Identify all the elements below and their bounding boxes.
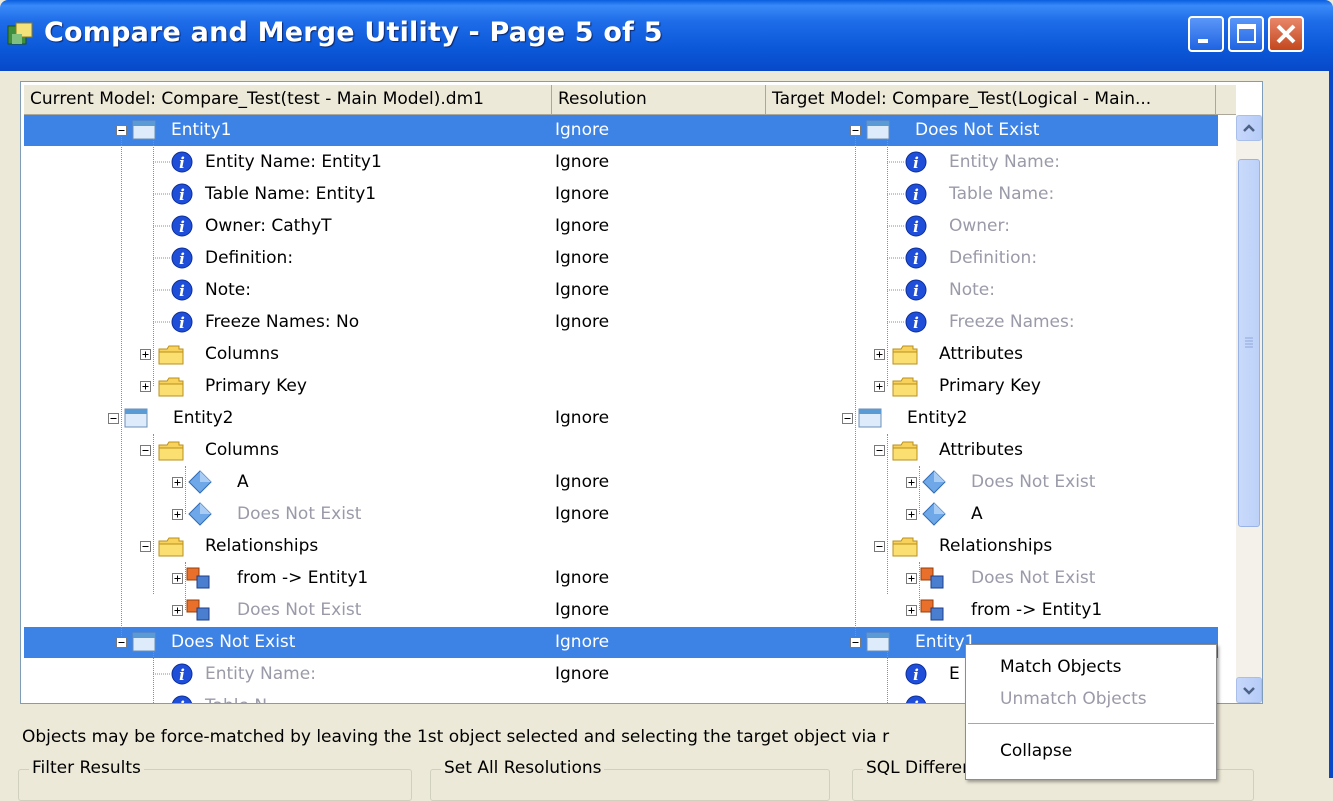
node-label: Does Not Exist [171,632,296,652]
chevron-down-icon [1243,687,1255,695]
node-label: Relationships [939,536,1053,556]
scroll-up-button[interactable] [1236,115,1262,141]
resolution-cell[interactable]: Ignore [555,179,609,210]
resolution-cell[interactable]: Ignore [555,275,609,306]
minimize-button[interactable] [1188,16,1224,52]
node-label: from -> Entity1 [971,600,1103,620]
scroll-down-button[interactable] [1236,677,1262,703]
node-label: Table Name: [949,184,1055,204]
node-label: Entity Name: Entity1 [205,152,382,172]
node-label: Definition: [205,248,294,268]
node-label: Freeze Names: No [205,312,360,332]
node-label: Note: [949,280,995,300]
resolution-cell[interactable]: Ignore [555,243,609,274]
context-menu: Match Objects Unmatch Objects Collapse [965,644,1217,780]
resolution-cell[interactable]: Ignore [555,595,609,626]
menu-item-match-objects[interactable]: Match Objects [1000,657,1122,677]
node-label: Note: [205,280,251,300]
node-label: Primary Key [939,376,1041,396]
maximize-icon [1237,24,1256,43]
resolution-cell[interactable]: Ignore [555,499,609,530]
node-label: Owner: CathyT [205,216,332,236]
close-icon [1276,24,1296,44]
resolution-cell[interactable]: Ignore [555,147,609,178]
node-label: Does Not Exist [237,600,362,620]
close-button[interactable] [1268,16,1304,52]
menu-item-unmatch-objects[interactable]: Unmatch Objects [1000,689,1147,709]
node-label: Relationships [205,536,319,556]
node-label: Freeze Names: [949,312,1075,332]
node-label: A [971,504,983,524]
maximize-button[interactable] [1228,16,1264,52]
node-label: Definition: [949,248,1038,268]
resolution-cell[interactable]: Ignore [555,115,609,146]
node-label: E [949,664,960,684]
title-bar[interactable]: Compare and Merge Utility - Page 5 of 5 [0,0,1333,71]
vertical-scrollbar[interactable] [1236,115,1262,703]
node-label: Does Not Exist [237,504,362,524]
resolution-cell[interactable]: Ignore [555,563,609,594]
grip-icon [1245,337,1253,348]
node-label: Entity Name: [949,152,1060,172]
force-match-hint: Objects may be force-matched by leaving … [22,727,890,747]
resolution-cell[interactable]: Ignore [555,403,609,434]
node-label: Entity1 [171,120,232,140]
app-icon [7,22,33,45]
group-label: Filter Results [29,758,144,778]
node-label: Entity2 [907,408,968,428]
node-label: Does Not Exist [971,568,1096,588]
node-label: Does Not Exist [971,472,1096,492]
resolution-cell[interactable]: Ignore [555,307,609,338]
node-label: Entity2 [173,408,234,428]
node-label: Does Not Exist [915,120,1040,140]
node-label: Table N... [205,691,283,703]
resolution-cell[interactable]: Ignore [555,627,609,658]
set-all-resolutions-group: Set All Resolutions [430,758,830,801]
node-label: Columns [205,344,279,364]
compare-tree-panel[interactable]: Current Model: Compare_Test(test - Main … [20,81,1263,704]
resolution-cell[interactable]: Ignore [555,659,609,690]
node-label: Entity Name: [205,664,316,684]
scroll-thumb[interactable] [1238,159,1260,527]
minimize-icon [1198,39,1208,43]
node-label: A [237,472,249,492]
node-label: Table Name: Entity1 [205,184,377,204]
menu-separator [968,723,1214,724]
node-label: Attributes [939,344,1023,364]
node-label: Owner: [949,216,1010,236]
resolution-cell[interactable]: Ignore [555,211,609,242]
node-label: Primary Key [205,376,307,396]
node-label: Attributes [939,440,1023,460]
resolution-cell[interactable]: Ignore [555,467,609,498]
node-label: Columns [205,440,279,460]
filter-results-group: Filter Results [18,758,412,801]
window-border [1329,71,1333,778]
node-label: from -> Entity1 [237,568,369,588]
group-label: Set All Resolutions [441,758,605,778]
menu-item-collapse[interactable]: Collapse [1000,741,1072,761]
chevron-up-icon [1243,124,1255,132]
window-title: Compare and Merge Utility - Page 5 of 5 [44,17,663,48]
